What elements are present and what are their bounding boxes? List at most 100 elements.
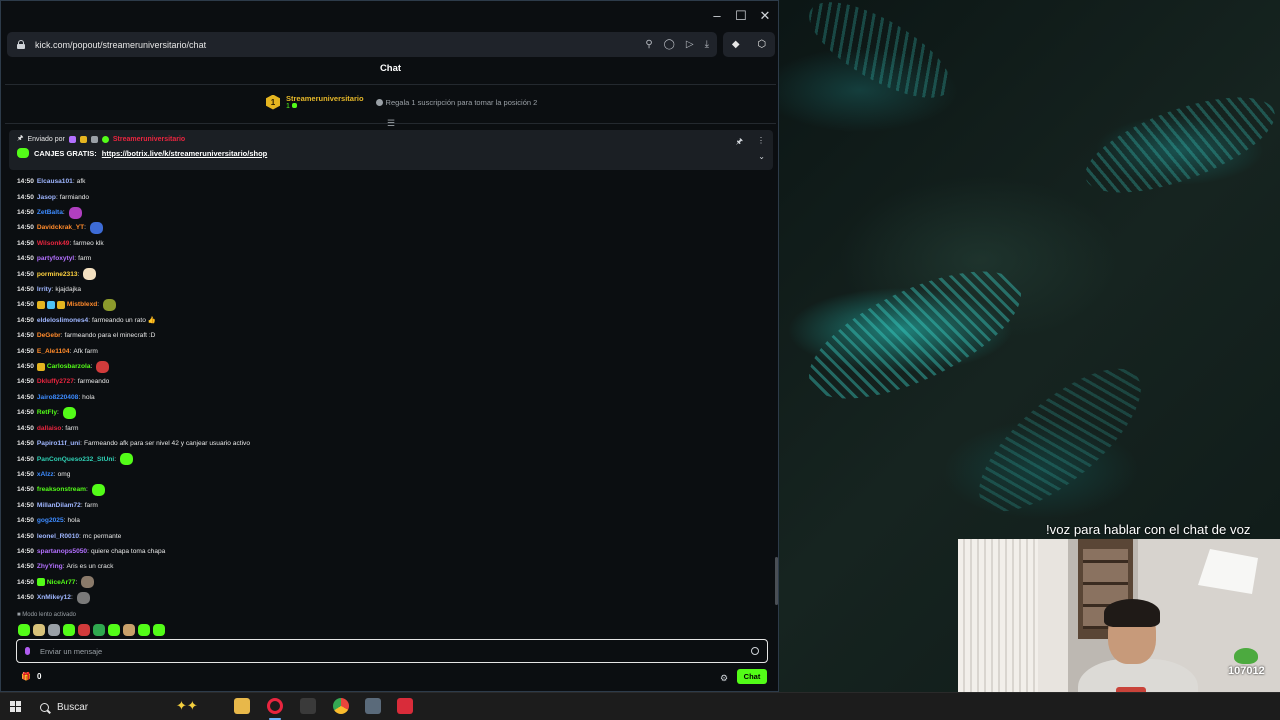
app-icon[interactable]: [365, 698, 381, 714]
message-username[interactable]: ZhyYing: [37, 563, 63, 570]
scrollbar[interactable]: [775, 557, 778, 605]
message-username[interactable]: Elcausa101: [37, 178, 73, 185]
message-username[interactable]: Davidckrak_YT: [37, 224, 84, 231]
chrome-icon[interactable]: [333, 698, 349, 714]
emote-icon[interactable]: [78, 624, 90, 636]
emote-icon[interactable]: [108, 624, 120, 636]
address-bar[interactable]: kick.com/popout/streameruniversitario/ch…: [7, 32, 717, 57]
channel-points[interactable]: 🎁 0: [21, 672, 41, 681]
download-icon[interactable]: ⤓: [705, 39, 709, 50]
message-colon: :: [114, 455, 117, 463]
message-text: farm: [84, 501, 98, 509]
search-icon[interactable]: ⚲: [645, 39, 652, 50]
message-username[interactable]: Jasop: [37, 194, 56, 201]
message-time: 14:50: [17, 286, 34, 294]
more-icon[interactable]: ⋮: [757, 136, 765, 150]
message-username[interactable]: leonel_R0010: [37, 533, 79, 540]
minimize-button[interactable]: –: [707, 7, 727, 25]
message-username[interactable]: partyfoxytyl: [37, 255, 74, 262]
chat-message: 14:50 gog2025: hola: [17, 513, 757, 528]
message-username[interactable]: xAlzz: [37, 471, 54, 478]
message-username[interactable]: PanConQueso232_StUni: [37, 456, 114, 463]
emote-icon[interactable]: [48, 624, 60, 636]
message-time: 14:50: [17, 378, 34, 386]
softbox-light: [1198, 549, 1258, 594]
message-colon: :: [86, 486, 88, 494]
message-username[interactable]: NiceAr77: [47, 579, 76, 586]
message-time: 14:50: [17, 209, 34, 217]
windows-start-icon[interactable]: [10, 701, 21, 712]
settings-icon[interactable]: ⚙: [720, 673, 728, 684]
send-icon[interactable]: ▷: [686, 39, 694, 50]
unpin-icon[interactable]: 🖈: [736, 136, 743, 150]
chat-message: 14:50 freaksonstream:: [17, 482, 757, 497]
message-username[interactable]: gog2025: [37, 517, 64, 524]
message-colon: :: [78, 393, 81, 401]
copilot-sparkle-icon[interactable]: ✦✦: [176, 698, 198, 714]
message-username[interactable]: Jairo8220408: [37, 394, 78, 401]
message-colon: :: [90, 363, 93, 371]
message-username[interactable]: Irrity: [37, 286, 52, 293]
user-badge-icon: [46, 300, 55, 309]
gift-leaderboard[interactable]: 1 Streameruniversitario 1 Regala 1 suscr…: [266, 91, 537, 113]
message-username[interactable]: Dkluffy2727: [37, 378, 74, 385]
message-colon: :: [62, 209, 65, 217]
message-time: 14:50: [17, 224, 34, 232]
message-username[interactable]: RetFly: [37, 409, 57, 416]
message-colon: :: [63, 517, 66, 525]
file-explorer-icon[interactable]: [234, 698, 250, 714]
message-username[interactable]: pormine2313: [37, 271, 78, 278]
chevron-down-icon[interactable]: ⌄: [758, 152, 765, 161]
message-time: 14:50: [17, 270, 34, 278]
app-icon[interactable]: [300, 698, 316, 714]
emote-icon[interactable]: [123, 624, 135, 636]
close-button[interactable]: ✕: [755, 7, 775, 25]
url-text[interactable]: kick.com/popout/streameruniversitario/ch…: [35, 40, 206, 50]
maximize-button[interactable]: ☐: [731, 7, 751, 25]
message-input[interactable]: Enviar un mensaje: [16, 639, 768, 663]
streaming-app-icon[interactable]: [397, 698, 413, 714]
message-username[interactable]: MillanDilam72: [37, 502, 81, 509]
message-colon: :: [72, 178, 75, 186]
expand-icon[interactable]: ☰: [387, 118, 395, 129]
emote-icon: [62, 406, 76, 419]
message-text: omg: [57, 470, 71, 478]
mic-icon[interactable]: [25, 647, 30, 655]
emoji-picker-icon[interactable]: [751, 647, 759, 655]
chat-message: 14:50 Dkluffy2727: farmeando: [17, 374, 757, 389]
message-username[interactable]: XnMikey12: [37, 594, 71, 601]
emote-icon[interactable]: [18, 624, 30, 636]
message-username[interactable]: spartanops5050: [37, 548, 87, 555]
pinned-sender[interactable]: Streameruniversitario: [113, 136, 185, 143]
diamond-icon[interactable]: ◆: [732, 39, 740, 50]
message-time: 14:50: [17, 594, 34, 602]
emote-icon[interactable]: [63, 624, 75, 636]
send-chat-button[interactable]: Chat: [737, 669, 767, 684]
emote-icon[interactable]: [33, 624, 45, 636]
slow-mode-text: Modo lento activado: [22, 612, 76, 618]
message-username[interactable]: Papiro11f_uni: [37, 440, 80, 447]
message-colon: :: [80, 501, 83, 509]
message-username[interactable]: dallaiso: [37, 425, 62, 432]
pinned-link[interactable]: https://botrix.live/k/streameruniversita…: [102, 149, 267, 158]
emote-icon[interactable]: [93, 624, 105, 636]
message-username[interactable]: E_Ale1104: [37, 348, 70, 355]
message-colon: :: [88, 316, 91, 324]
message-username[interactable]: Carlosbarzola: [47, 363, 91, 370]
message-username[interactable]: Mistblexd: [67, 301, 97, 308]
opera-icon[interactable]: [267, 698, 283, 714]
shield-icon[interactable]: ◯: [664, 39, 675, 50]
message-list: 14:50 Elcausa101: afk 14:50 Jasop: farmiando 1…: [17, 174, 757, 605]
cube-icon[interactable]: ⬡: [757, 39, 766, 50]
pinned-text: CANJES GRATIS:: [34, 148, 97, 158]
message-colon: :: [69, 239, 72, 247]
message-username[interactable]: Wilsonk49: [37, 240, 70, 247]
pin-icon: 🖈: [17, 135, 24, 142]
message-username[interactable]: ZetBalta: [37, 209, 63, 216]
message-username[interactable]: DeGebr: [37, 332, 61, 339]
message-username[interactable]: eldeloslimones4: [37, 317, 88, 324]
message-username[interactable]: freaksonstream: [37, 486, 86, 493]
emote-icon[interactable]: [153, 624, 165, 636]
emote-icon[interactable]: [138, 624, 150, 636]
input-placeholder[interactable]: Enviar un mensaje: [40, 647, 102, 656]
